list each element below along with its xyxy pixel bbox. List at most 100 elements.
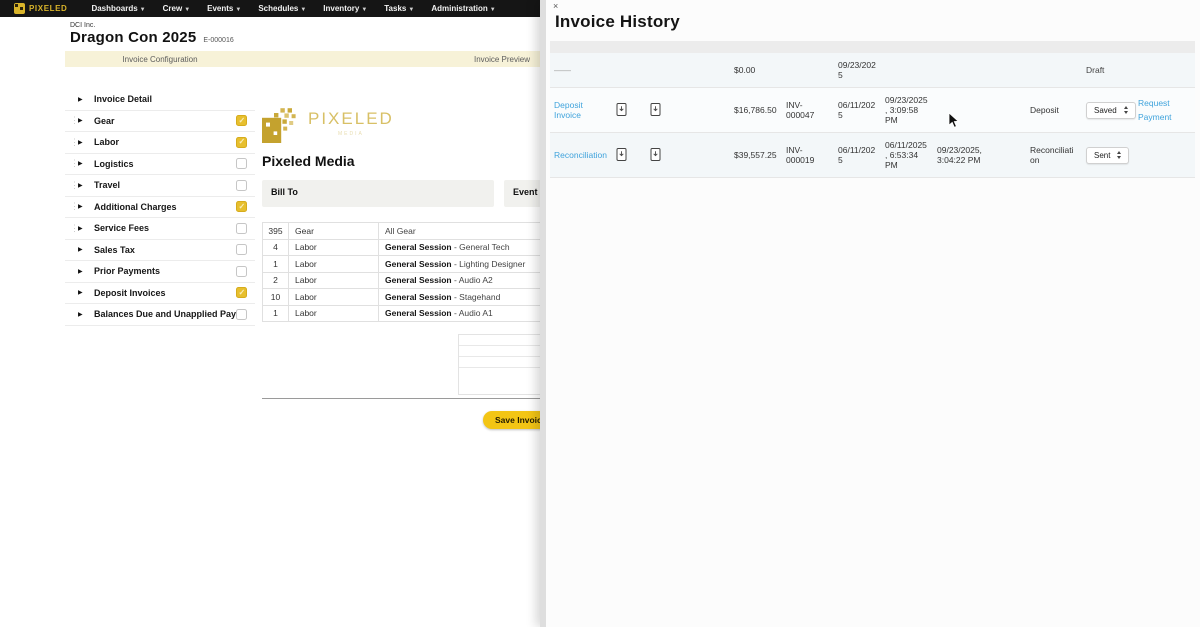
config-section-row[interactable]: ⋮ ▶ Gear	[65, 111, 255, 133]
expand-arrow-icon[interactable]: ▶	[78, 268, 89, 275]
section-checkbox[interactable]	[236, 201, 247, 212]
line-item-row: 395 Gear All Gear	[263, 223, 541, 240]
sidebar-item[interactable]	[0, 211, 65, 225]
config-section-row[interactable]: ⋮ ▶ Service Fees	[65, 218, 255, 240]
expand-arrow-icon[interactable]: ▶	[78, 160, 89, 167]
status-select[interactable]: Saved	[1086, 102, 1136, 119]
config-section-row[interactable]: ⋮ ▶ Prior Payments	[65, 261, 255, 283]
line-session: General Session	[385, 242, 452, 252]
pdf-with-payments-icon[interactable]	[650, 148, 661, 163]
section-checkbox[interactable]	[236, 244, 247, 255]
expand-arrow-icon[interactable]: ▶	[78, 203, 89, 210]
config-section-row[interactable]: ⋮ ▶ Deposit Invoices	[65, 283, 255, 305]
drag-handle-icon[interactable]: ⋮	[70, 116, 78, 125]
topnav-menu-item[interactable]: Crew▼	[163, 4, 191, 13]
sidebar-item[interactable]	[0, 99, 65, 113]
invoice-name-link[interactable]: ——	[554, 65, 571, 75]
section-checkbox[interactable]	[236, 309, 247, 320]
expand-arrow-icon[interactable]: ▶	[78, 117, 89, 124]
pdf-icon[interactable]	[616, 103, 627, 118]
sidebar-item[interactable]	[0, 29, 65, 43]
section-checkbox[interactable]	[236, 137, 247, 148]
drag-handle-icon[interactable]: ⋮	[70, 159, 78, 168]
invoice-preview-header: Invoice Preview	[255, 55, 540, 64]
topnav-menu-item[interactable]: Schedules▼	[258, 4, 306, 13]
pixeled-media-logo	[262, 105, 302, 145]
config-section-label: Deposit Invoices	[89, 288, 236, 298]
chevron-down-icon: ▼	[140, 7, 146, 13]
drag-handle-icon[interactable]: ⋮	[70, 202, 78, 211]
expand-arrow-icon[interactable]: ▶	[78, 139, 89, 146]
section-checkbox[interactable]	[236, 223, 247, 234]
config-section-row[interactable]: ⋮ ▶ Sales Tax	[65, 240, 255, 262]
chevron-down-icon: ▼	[408, 7, 414, 13]
status-select[interactable]: Sent	[1086, 147, 1129, 164]
line-item-row: 1 Labor General Session - Lighting Desig…	[263, 256, 541, 273]
config-section-row[interactable]: ⋮ ▶ Invoice Detail	[65, 89, 255, 111]
org-name: Pixeled Media	[262, 153, 540, 169]
total-row-label	[459, 357, 540, 368]
section-checkbox[interactable]	[236, 158, 247, 169]
drag-handle-icon[interactable]: ⋮	[70, 138, 78, 147]
sidebar-item[interactable]	[0, 169, 65, 183]
section-checkbox[interactable]	[236, 287, 247, 298]
topnav-menu-item[interactable]: Administration▼	[431, 4, 495, 13]
line-item-row: 1 Labor General Session - Audio A1	[263, 305, 541, 322]
expand-arrow-icon[interactable]: ▶	[78, 225, 89, 232]
sidebar-item[interactable]	[0, 141, 65, 155]
close-icon[interactable]: ×	[553, 1, 558, 11]
topnav-menu-item[interactable]: Dashboards▼	[91, 4, 145, 13]
bill-to-box: Bill To	[262, 180, 494, 207]
config-section-row[interactable]: ⋮ ▶ Logistics	[65, 154, 255, 176]
sidebar-item[interactable]	[0, 155, 65, 169]
sidebar-item[interactable]	[0, 43, 65, 57]
config-section-row[interactable]: ⋮ ▶ Travel	[65, 175, 255, 197]
mouse-cursor	[948, 112, 960, 129]
config-section-row[interactable]: ⋮ ▶ Additional Charges	[65, 197, 255, 219]
pdf-icon[interactable]	[616, 148, 627, 163]
sidebar-item[interactable]	[0, 197, 65, 211]
sidebar-item[interactable]	[0, 71, 65, 85]
config-section-label: Additional Charges	[89, 202, 236, 212]
created-on-cell: 09/23/2025	[834, 53, 881, 88]
topnav-menu-item[interactable]: Events▼	[207, 4, 241, 13]
expand-arrow-icon[interactable]: ▶	[78, 96, 89, 103]
section-checkbox[interactable]	[236, 115, 247, 126]
config-section-row[interactable]: ⋮ ▶ Balances Due and Unapplied Payments	[65, 304, 255, 326]
line-items-table: 395 Gear All Gear 4 Labor General Sessio…	[262, 222, 540, 322]
expand-arrow-icon[interactable]: ▶	[78, 182, 89, 189]
expand-arrow-icon[interactable]: ▶	[78, 311, 89, 318]
total-row-label	[459, 335, 540, 346]
line-description: General Session - Stagehand	[379, 289, 541, 306]
topnav-menu-item[interactable]: Inventory▼	[323, 4, 367, 13]
config-section-row[interactable]: ⋮ ▶ Labor	[65, 132, 255, 154]
pdf-with-payments-icon[interactable]	[650, 103, 661, 118]
section-checkbox[interactable]	[236, 266, 247, 277]
section-header-strip: Invoice Configuration Invoice Preview	[65, 51, 540, 67]
expand-arrow-icon[interactable]: ▶	[78, 246, 89, 253]
brand-name: PIXELED	[29, 4, 67, 13]
line-session: General Session	[385, 308, 452, 318]
topnav-menu-item[interactable]: Tasks▼	[384, 4, 414, 13]
sidebar-item[interactable]	[0, 85, 65, 99]
request-payment-link[interactable]: Request Payment	[1138, 96, 1176, 125]
sidebar-item[interactable]	[0, 127, 65, 141]
drag-handle-icon[interactable]: ⋮	[70, 224, 78, 233]
line-desc-text: - Lighting Designer	[452, 259, 526, 269]
line-desc-text: All Gear	[385, 226, 416, 236]
scrollbar-strip[interactable]	[540, 0, 546, 627]
sidebar-item[interactable]	[0, 57, 65, 71]
expand-arrow-icon[interactable]: ▶	[78, 289, 89, 296]
line-session: General Session	[385, 292, 452, 302]
line-session: General Session	[385, 275, 452, 285]
config-section-label: Service Fees	[89, 223, 236, 233]
drag-handle-icon[interactable]: ⋮	[70, 181, 78, 190]
app-logo[interactable]: PIXELED	[14, 3, 67, 14]
invoice-name-link[interactable]: Deposit Invoice	[554, 100, 583, 120]
section-checkbox[interactable]	[236, 180, 247, 191]
invoice-name-link[interactable]: Reconciliation	[554, 150, 607, 160]
sidebar-item[interactable]	[0, 113, 65, 127]
sidebar-item[interactable]	[0, 183, 65, 197]
status-cell: Saved	[1082, 88, 1134, 133]
save-invoice-button[interactable]: Save Invoice	[483, 411, 540, 429]
